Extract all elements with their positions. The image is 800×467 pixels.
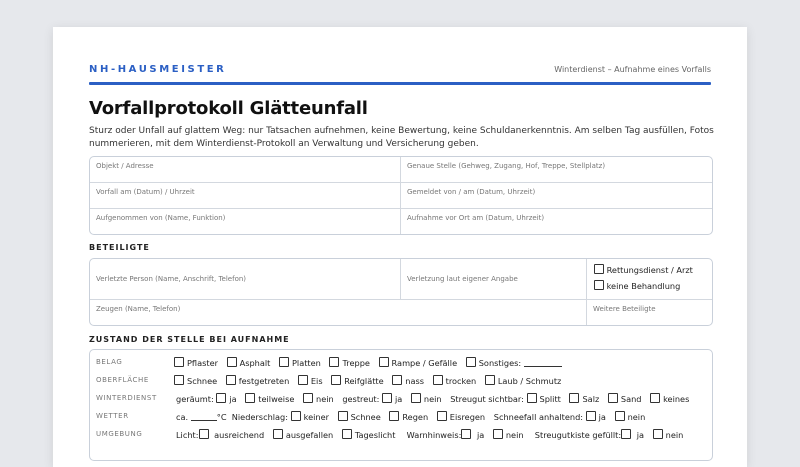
spread-no-checkbox[interactable]: [410, 393, 421, 403]
recorded-by-field[interactable]: Aufgenommen von (Name, Funktion): [90, 214, 400, 222]
light-ok-checkbox[interactable]: [198, 429, 209, 439]
keines-checkbox[interactable]: [650, 393, 661, 403]
eis-checkbox[interactable]: [297, 375, 308, 385]
asphalt-checkbox[interactable]: [226, 357, 237, 367]
header-subtitle: Winterdienst – Aufnahme eines Vorfalls: [554, 65, 711, 74]
daylight-checkbox[interactable]: [341, 429, 352, 439]
festgetreten-checkbox[interactable]: [225, 375, 236, 385]
laub-checkbox[interactable]: [484, 375, 495, 385]
cleared-yes-checkbox[interactable]: [216, 393, 227, 403]
page-header: NH-HAUSMEISTER Winterdienst – Aufnahme e…: [89, 64, 711, 76]
gritbox-yes-checkbox[interactable]: [621, 429, 632, 439]
location-field[interactable]: Genaue Stelle (Gehweg, Zugang, Hof, Trep…: [401, 162, 711, 170]
precip-none-checkbox[interactable]: [290, 411, 301, 421]
no-treatment-checkbox[interactable]: [594, 280, 604, 290]
spread-yes-checkbox[interactable]: [382, 393, 393, 403]
platten-checkbox[interactable]: [278, 357, 289, 367]
condition-box: BELAG Pflaster Asphalt Platten Treppe Ra…: [89, 349, 713, 461]
snowfall-yes-checkbox[interactable]: [585, 411, 596, 421]
cleared-no-checkbox[interactable]: [303, 393, 313, 403]
temperature-blank[interactable]: [190, 412, 217, 421]
injury-field[interactable]: Verletzung laut eigener Angabe: [401, 275, 586, 283]
page-title: Vorfallprotokoll Glätteunfall: [89, 98, 368, 119]
header-rule: [89, 82, 711, 85]
gritbox-no-checkbox[interactable]: [652, 429, 663, 439]
incident-date-field[interactable]: Vorfall am (Datum) / Uhrzeit: [90, 188, 400, 196]
other-parties-field[interactable]: Weitere Beteiligte: [587, 305, 712, 313]
precip-rain-checkbox[interactable]: [389, 411, 400, 421]
salz-checkbox[interactable]: [569, 393, 580, 403]
reported-by-field[interactable]: Gemeldet von / am (Datum, Uhrzeit): [401, 188, 711, 196]
cleared-partly-checkbox[interactable]: [245, 393, 256, 403]
rampe-checkbox[interactable]: [378, 357, 389, 367]
no-treatment-option[interactable]: keine Behandlung: [594, 280, 680, 291]
warning-no-checkbox[interactable]: [492, 429, 503, 439]
rescue-option[interactable]: Rettungsdienst / Arzt: [594, 264, 693, 275]
precip-icerain-checkbox[interactable]: [436, 411, 447, 421]
brand-logo: NH-HAUSMEISTER: [89, 64, 227, 75]
oberflaeche-label: OBERFLÄCHE: [96, 376, 149, 384]
umgebung-label: UMGEBUNG: [96, 430, 143, 438]
warning-yes-checkbox[interactable]: [461, 429, 472, 439]
nass-checkbox[interactable]: [392, 375, 403, 385]
injured-person-field[interactable]: Verletzte Person (Name, Anschrift, Telef…: [90, 275, 400, 283]
reifglaette-checkbox[interactable]: [331, 375, 342, 385]
sonstiges-checkbox[interactable]: [465, 357, 476, 367]
rescue-checkbox[interactable]: [594, 264, 604, 274]
trocken-checkbox[interactable]: [432, 375, 443, 385]
witnesses-field[interactable]: Zeugen (Name, Telefon): [90, 305, 586, 313]
schnee-checkbox[interactable]: [174, 375, 184, 385]
onsite-field[interactable]: Aufnahme vor Ort am (Datum, Uhrzeit): [401, 214, 711, 222]
section-condition: ZUSTAND DER STELLE BEI AUFNAHME: [89, 335, 290, 344]
intro-text: Sturz oder Unfall auf glattem Weg: nur T…: [89, 126, 714, 149]
wetter-label: WETTER: [96, 412, 129, 420]
form-page: NH-HAUSMEISTER Winterdienst – Aufnahme e…: [53, 27, 747, 467]
section-participants: BETEILIGTE: [89, 243, 150, 252]
object-field[interactable]: Objekt / Adresse: [90, 162, 400, 170]
participants-box: Verletzte Person (Name, Anschrift, Telef…: [89, 258, 713, 326]
sonstiges-blank[interactable]: [523, 358, 562, 367]
snowfall-no-checkbox[interactable]: [614, 411, 625, 421]
splitt-checkbox[interactable]: [526, 393, 537, 403]
winterdienst-label: WINTERDIENST: [96, 394, 157, 402]
precip-snow-checkbox[interactable]: [337, 411, 348, 421]
light-failed-checkbox[interactable]: [272, 429, 283, 439]
sand-checkbox[interactable]: [607, 393, 618, 403]
belag-label: BELAG: [96, 358, 123, 366]
pflaster-checkbox[interactable]: [174, 357, 184, 367]
treppe-checkbox[interactable]: [329, 357, 340, 367]
general-info-box: Objekt / Adresse Genaue Stelle (Gehweg, …: [89, 156, 713, 235]
